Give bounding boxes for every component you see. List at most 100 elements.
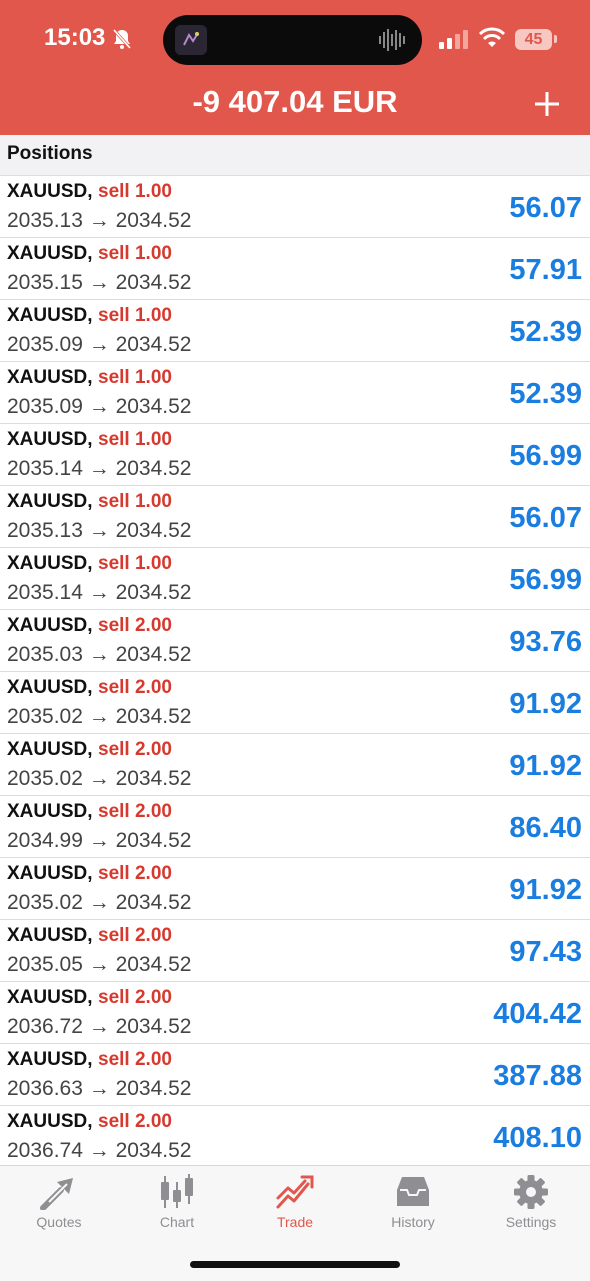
position-row[interactable]: XAUUSD, sell 2.00 2035.02 → 2034.52 91.92 (0, 672, 590, 734)
position-profit: 52.39 (509, 316, 582, 348)
position-symbol: XAUUSD, (7, 863, 93, 884)
position-row[interactable]: XAUUSD, sell 2.00 2034.99 → 2034.52 86.40 (0, 796, 590, 858)
position-profit: 97.43 (509, 936, 582, 968)
tab-label: Chart (159, 1214, 195, 1230)
position-side: sell 1.00 (98, 181, 172, 202)
positions-section-header: Positions (0, 135, 590, 176)
position-row[interactable]: XAUUSD, sell 2.00 2036.72 → 2034.52 404.42 (0, 982, 590, 1044)
position-side: sell 2.00 (98, 863, 172, 884)
candlestick-icon (161, 1174, 193, 1208)
position-prices: 2035.09 → 2034.52 (7, 395, 192, 418)
position-symbol: XAUUSD, (7, 181, 93, 202)
section-title: Positions (7, 143, 93, 164)
position-symbol: XAUUSD, (7, 677, 93, 698)
position-row[interactable]: XAUUSD, sell 1.00 2035.14 → 2034.52 56.99 (0, 424, 590, 486)
silent-bell-icon (112, 29, 132, 49)
tab-label: History (391, 1214, 435, 1230)
position-prices: 2034.99 → 2034.52 (7, 829, 192, 852)
tab-quotes[interactable]: Quotes (0, 1174, 118, 1244)
position-row[interactable]: XAUUSD, sell 2.00 2035.05 → 2034.52 97.43 (0, 920, 590, 982)
position-side: sell 2.00 (98, 925, 172, 946)
position-profit: 387.88 (493, 1060, 582, 1092)
position-prices: 2036.74 → 2034.52 (7, 1139, 192, 1162)
position-side: sell 1.00 (98, 553, 172, 574)
position-row[interactable]: XAUUSD, sell 1.00 2035.09 → 2034.52 52.39 (0, 362, 590, 424)
position-profit: 86.40 (509, 812, 582, 844)
tab-label: Trade (276, 1214, 314, 1230)
tab-trade[interactable]: Trade (236, 1174, 354, 1244)
quotes-arrows-icon (40, 1178, 73, 1210)
position-prices: 2035.03 → 2034.52 (7, 643, 192, 666)
position-prices: 2035.14 → 2034.52 (7, 457, 192, 480)
position-side: sell 1.00 (98, 305, 172, 326)
position-prices: 2035.05 → 2034.52 (7, 953, 192, 976)
position-profit: 56.07 (509, 502, 582, 534)
position-symbol: XAUUSD, (7, 243, 93, 264)
position-prices: 2036.72 → 2034.52 (7, 1015, 192, 1038)
position-profit: 56.99 (509, 564, 582, 596)
position-symbol: XAUUSD, (7, 305, 93, 326)
tab-history[interactable]: History (354, 1174, 472, 1244)
gear-icon (514, 1175, 548, 1209)
position-symbol: XAUUSD, (7, 491, 93, 512)
position-symbol: XAUUSD, (7, 1111, 93, 1132)
position-prices: 2035.15 → 2034.52 (7, 271, 192, 294)
position-side: sell 2.00 (98, 1111, 172, 1132)
dynamic-island (163, 15, 422, 65)
tab-settings[interactable]: Settings (472, 1174, 590, 1244)
account-balance: -9 407.04 EUR (192, 84, 398, 119)
position-side: sell 2.00 (98, 801, 172, 822)
position-prices: 2035.13 → 2034.52 (7, 519, 192, 542)
position-side: sell 1.00 (98, 367, 172, 388)
position-side: sell 2.00 (98, 677, 172, 698)
wifi-icon (478, 27, 506, 47)
position-prices: 2035.14 → 2034.52 (7, 581, 192, 604)
position-row[interactable]: XAUUSD, sell 1.00 2035.15 → 2034.52 57.91 (0, 238, 590, 300)
position-profit: 56.07 (509, 192, 582, 224)
position-symbol: XAUUSD, (7, 925, 93, 946)
position-row[interactable]: XAUUSD, sell 1.00 2035.14 → 2034.52 56.99 (0, 548, 590, 610)
home-indicator[interactable] (190, 1261, 400, 1268)
position-profit: 404.42 (493, 998, 582, 1030)
plus-icon[interactable] (533, 90, 561, 118)
position-symbol: XAUUSD, (7, 801, 93, 822)
position-profit: 93.76 (509, 626, 582, 658)
position-row[interactable]: XAUUSD, sell 2.00 2036.74 → 2034.52 408.10 (0, 1106, 590, 1168)
position-symbol: XAUUSD, (7, 739, 93, 760)
position-symbol: XAUUSD, (7, 987, 93, 1008)
position-side: sell 2.00 (98, 987, 172, 1008)
position-row[interactable]: XAUUSD, sell 2.00 2035.02 → 2034.52 91.92 (0, 734, 590, 796)
position-profit: 57.91 (509, 254, 582, 286)
status-time: 15:03 (44, 24, 106, 51)
position-profit: 91.92 (509, 874, 582, 906)
audio-waveform-icon (379, 29, 405, 51)
position-side: sell 2.00 (98, 615, 172, 636)
position-symbol: XAUUSD, (7, 615, 93, 636)
tab-chart[interactable]: Chart (118, 1174, 236, 1244)
position-row[interactable]: XAUUSD, sell 1.00 2035.13 → 2034.52 56.07 (0, 176, 590, 238)
position-side: sell 1.00 (98, 491, 172, 512)
position-profit: 52.39 (509, 378, 582, 410)
position-side: sell 2.00 (98, 739, 172, 760)
position-symbol: XAUUSD, (7, 367, 93, 388)
position-prices: 2035.02 → 2034.52 (7, 891, 192, 914)
position-prices: 2036.63 → 2034.52 (7, 1077, 192, 1100)
position-row[interactable]: XAUUSD, sell 2.00 2035.03 → 2034.52 93.76 (0, 610, 590, 672)
position-prices: 2035.09 → 2034.52 (7, 333, 192, 356)
battery-nub (554, 35, 557, 43)
position-row[interactable]: XAUUSD, sell 2.00 2035.02 → 2034.52 91.92 (0, 858, 590, 920)
trend-up-icon (276, 1175, 314, 1209)
position-prices: 2035.02 → 2034.52 (7, 705, 192, 728)
position-row[interactable]: XAUUSD, sell 1.00 2035.13 → 2034.52 56.07 (0, 486, 590, 548)
media-thumbnail-icon (175, 25, 207, 55)
position-row[interactable]: XAUUSD, sell 1.00 2035.09 → 2034.52 52.39 (0, 300, 590, 362)
position-symbol: XAUUSD, (7, 429, 93, 450)
position-row[interactable]: XAUUSD, sell 2.00 2036.63 → 2034.52 387.88 (0, 1044, 590, 1106)
position-profit: 408.10 (493, 1122, 582, 1154)
tab-label: Settings (505, 1214, 557, 1230)
position-side: sell 2.00 (98, 1049, 172, 1070)
position-symbol: XAUUSD, (7, 1049, 93, 1070)
position-prices: 2035.02 → 2034.52 (7, 767, 192, 790)
cellular-signal-icon (439, 30, 468, 49)
position-profit: 91.92 (509, 688, 582, 720)
